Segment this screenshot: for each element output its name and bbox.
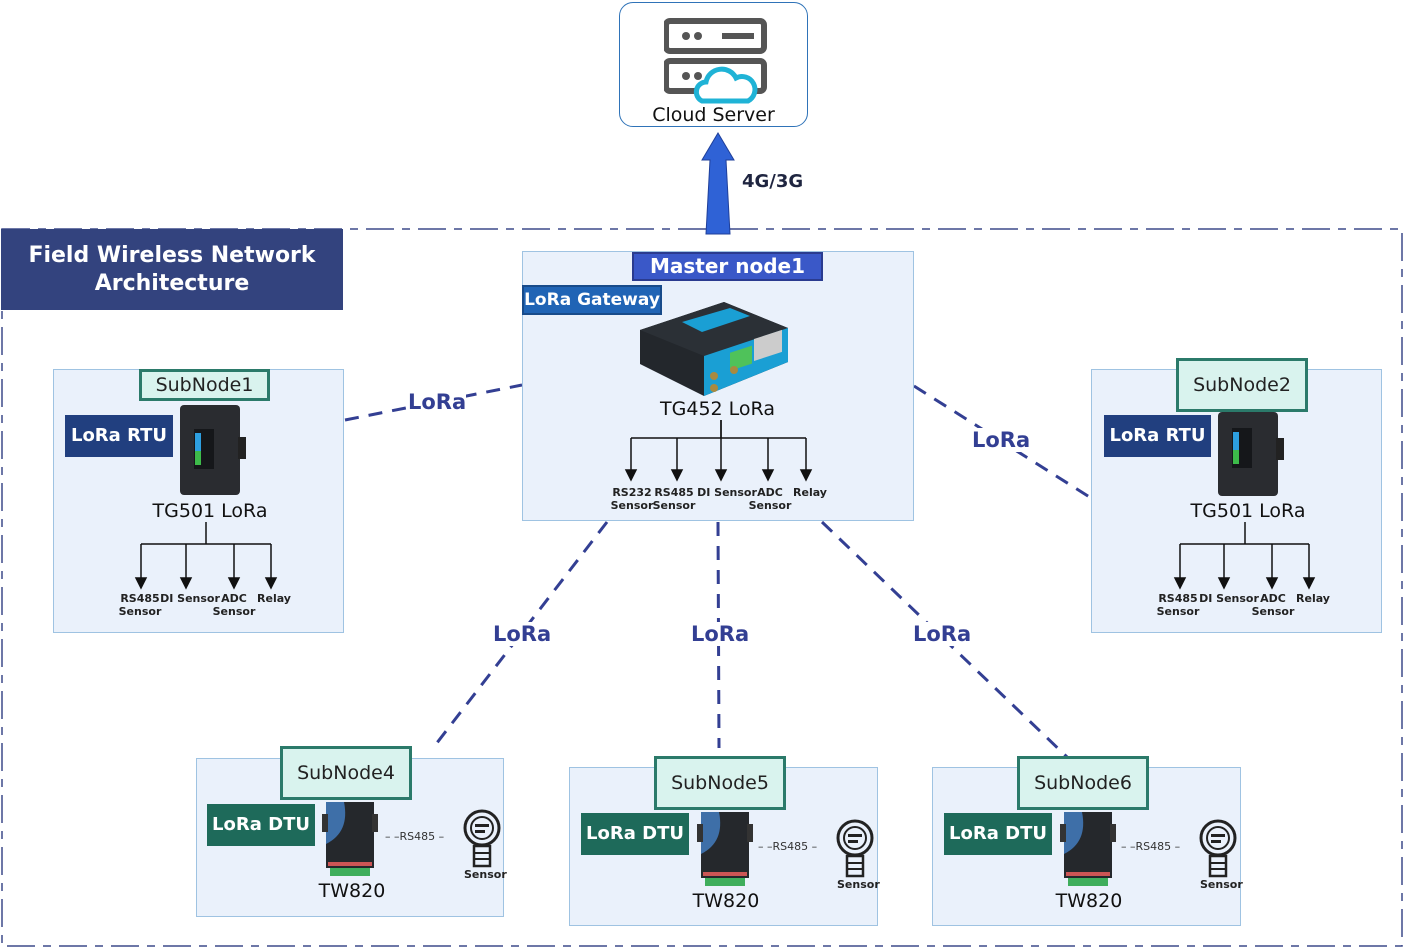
subnode4-tag: SubNode4 (280, 746, 412, 800)
subnode1-io-di: DI Sensor (160, 592, 220, 605)
subnode4-role-tag: LoRa DTU (207, 804, 315, 846)
subnode1-role-tag: LoRa RTU (65, 415, 173, 457)
uplink-label: 4G/3G (742, 171, 804, 192)
subnode2-model-label: TG501 LoRa (1190, 500, 1306, 522)
master-io-relay: Relay (793, 486, 827, 499)
cloud-server-label: Cloud Server (652, 104, 775, 126)
subnode2-io-di: DI Sensor (1199, 592, 1259, 605)
server-cloud-icon (664, 18, 767, 104)
subnode2-io-tree (1173, 522, 1316, 590)
subnode1-model-label: TG501 LoRa (152, 500, 268, 522)
subnode4-sensor-label: Sensor (464, 868, 507, 881)
sensor-icon (1199, 819, 1237, 878)
subnode2-io-relay: Relay (1296, 592, 1330, 605)
subnode6-tag: SubNode6 (1017, 756, 1149, 810)
master-io-adc: ADC Sensor (748, 486, 792, 512)
subnode1-tag: SubNode1 (139, 369, 270, 401)
subnode4-model-label: TW820 (318, 880, 386, 902)
subnode5-role-tag: LoRa DTU (581, 813, 689, 855)
subnode2-io-adc: ADC Sensor (1251, 592, 1295, 618)
master-io-tree (624, 420, 813, 482)
lora-label-subnode4: LoRa (493, 622, 552, 646)
subnode6-model-label: TW820 (1055, 890, 1123, 912)
subnode4-rs485-link: – –RS485 – (385, 830, 445, 843)
subnode5-model-label: TW820 (692, 890, 760, 912)
subnode2-role-tag: LoRa RTU (1104, 415, 1211, 457)
sensor-icon (463, 809, 501, 868)
master-io-rs232: RS232 Sensor (610, 486, 654, 512)
subnode1-io-tree (134, 522, 278, 590)
subnode1-io-relay: Relay (257, 592, 291, 605)
subnode6-rs485-link: – –RS485 – (1121, 840, 1181, 853)
subnode6-sensor-label: Sensor (1200, 878, 1243, 891)
lora-label-subnode1: LoRa (408, 390, 467, 414)
master-model-label: TG452 LoRa (660, 398, 775, 420)
subnode5-tag: SubNode5 (654, 756, 786, 810)
dtu-device-image (322, 802, 378, 876)
lora-label-subnode5: LoRa (691, 622, 750, 646)
subnode5-sensor-label: Sensor (837, 878, 880, 891)
master-node-tag: Master node1 (632, 252, 823, 281)
subnode2-io-rs485: RS485 Sensor (1156, 592, 1200, 618)
uplink-arrow (701, 132, 735, 235)
subnode1-io-adc: ADC Sensor (212, 592, 256, 618)
rtu-device-image (180, 405, 246, 495)
subnode1-io-rs485: RS485 Sensor (118, 592, 162, 618)
lora-label-subnode2: LoRa (972, 428, 1031, 452)
cloud-server-box: Cloud Server (619, 2, 808, 127)
rtu-device-image (1218, 412, 1284, 496)
dtu-device-image (1060, 812, 1116, 886)
subnode2-tag: SubNode2 (1176, 358, 1308, 412)
gateway-device-image (640, 302, 788, 396)
master-io-rs485: RS485 Sensor (652, 486, 696, 512)
lora-label-subnode6: LoRa (913, 622, 972, 646)
subnode6-role-tag: LoRa DTU (944, 813, 1052, 855)
dtu-device-image (697, 812, 753, 886)
diagram-title: Field Wireless Network Architecture (1, 229, 343, 310)
sensor-icon (836, 819, 874, 878)
subnode5-rs485-link: – –RS485 – (758, 840, 818, 853)
title-line-2: Architecture (94, 270, 250, 296)
title-line-1: Field Wireless Network (28, 242, 316, 268)
